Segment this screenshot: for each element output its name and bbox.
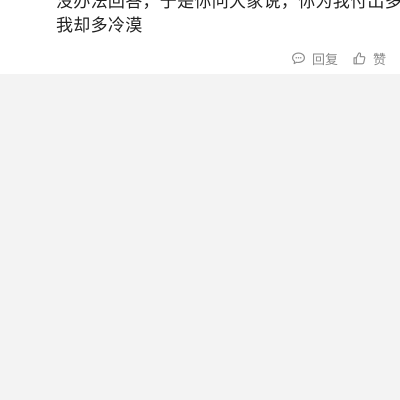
page: 没办法回答，于是你问大家说，你为我付出多少 我却多冷漠 回复 赞 [0,0,400,400]
comment-card: 没办法回答，于是你问大家说，你为我付出多少 我却多冷漠 回复 赞 [0,0,400,74]
feed-background-area [0,74,400,400]
comment-bubble-icon [292,52,305,64]
comment-line-2: 我却多冷漠 [56,16,143,36]
reply-label: 回复 [311,52,338,68]
thumbs-up-icon [353,51,366,64]
like-button[interactable]: 赞 [352,49,386,68]
comment-text: 没办法回答，于是你问大家说，你为我付出多少 我却多冷漠 [56,0,400,38]
comment-actions: 回复 赞 [291,48,386,68]
like-label: 赞 [372,52,386,68]
comment-line-1: 没办法回答，于是你问大家说，你为我付出多少 [56,0,400,12]
reply-button[interactable]: 回复 [291,49,338,68]
